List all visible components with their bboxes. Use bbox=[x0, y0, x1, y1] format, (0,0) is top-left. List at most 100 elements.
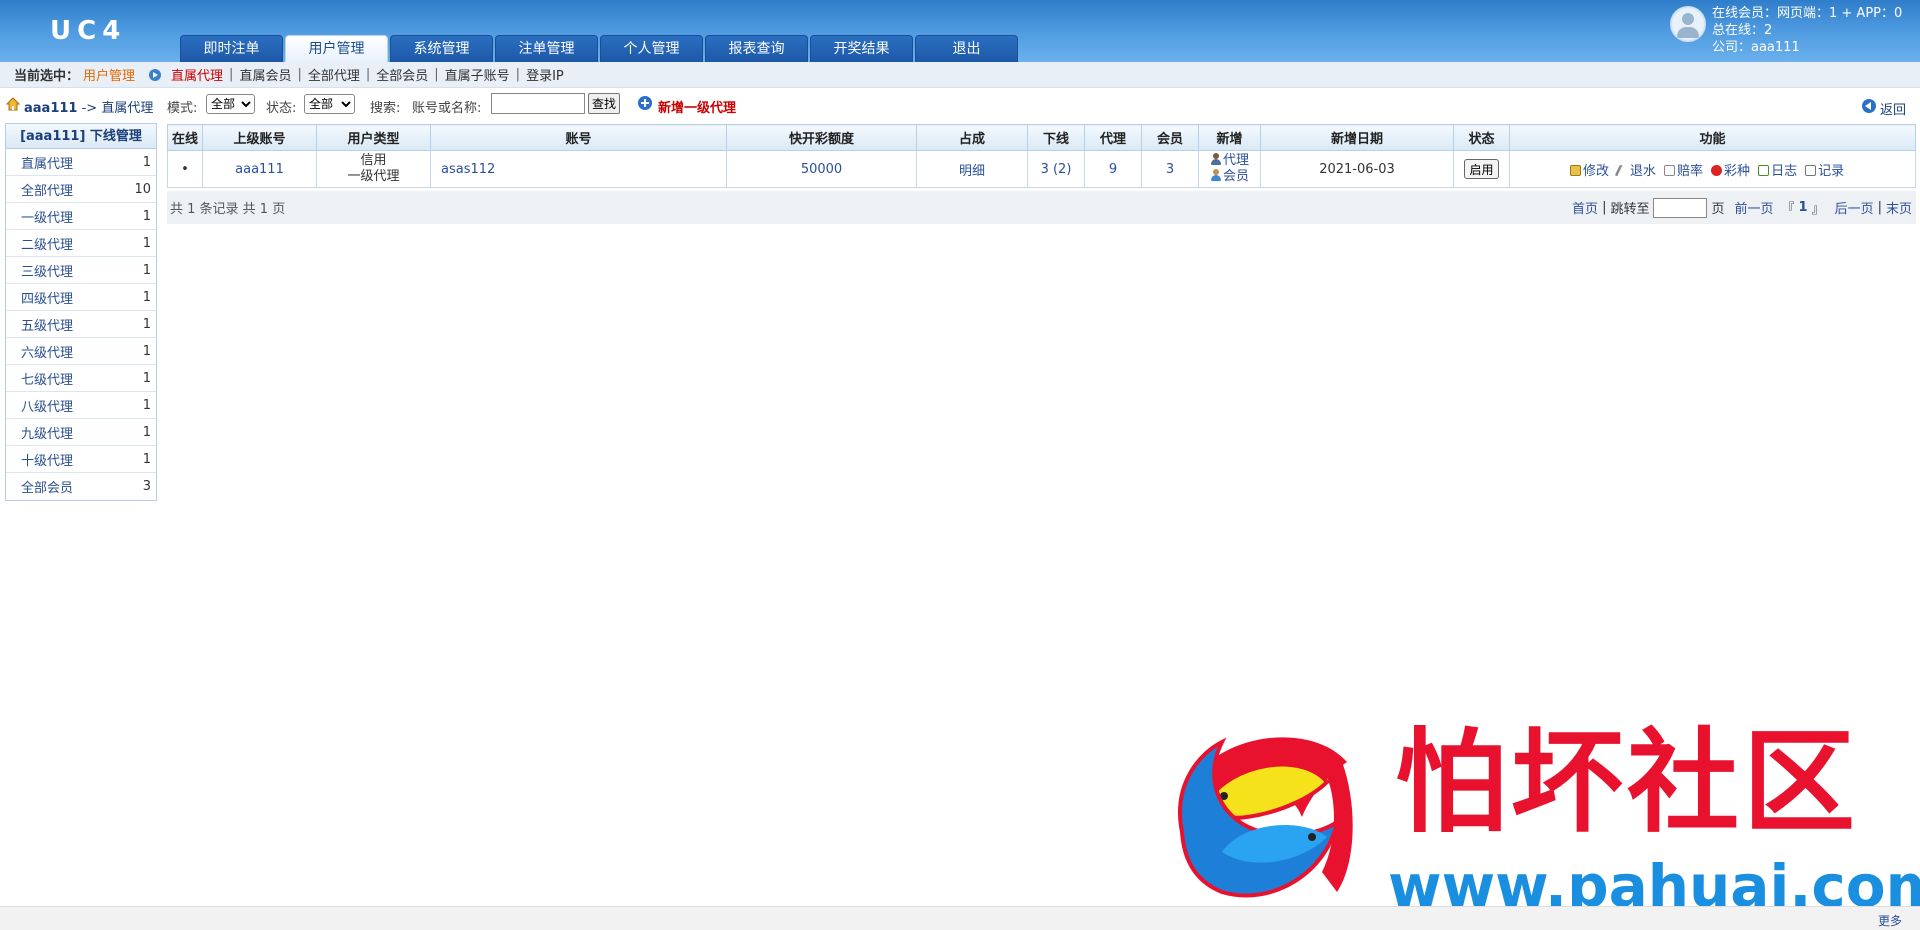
search-label: 搜索: bbox=[370, 101, 401, 116]
separator: | bbox=[229, 67, 234, 82]
arrow-right-icon bbox=[149, 68, 162, 81]
separator: | bbox=[297, 67, 302, 82]
status-label: 状态: bbox=[266, 101, 297, 116]
first-page-link[interactable]: 首页 bbox=[1572, 198, 1598, 217]
quota-link[interactable]: 50000 bbox=[726, 150, 917, 188]
sub-nav-bar: 当前选中： 用户管理 直属代理 | 直属会员 | 全部代理 | 全部会员 | 直… bbox=[0, 62, 1920, 88]
online-lines: 在线会员：网页端：1 + APP：0 总在线：2 公司：aaa111 bbox=[1712, 5, 1902, 56]
tab-user-management[interactable]: 用户管理 bbox=[285, 35, 388, 62]
agents-table: 在线 上级账号 用户类型 账号 快开彩额度 占成 下线 代理 会员 新增 新增日… bbox=[167, 124, 1916, 188]
edit-action[interactable]: 修改 bbox=[1570, 160, 1609, 179]
sidebar-item-label: 十级代理 bbox=[21, 453, 74, 469]
sub-link-sub-accounts[interactable]: 直属子账号 bbox=[445, 65, 510, 84]
prev-page-link[interactable]: 前一页 bbox=[1734, 198, 1773, 217]
col-status: 状态 bbox=[1453, 124, 1510, 151]
col-date: 新增日期 bbox=[1260, 124, 1454, 151]
sidebar-item-all-members[interactable]: 全部会员 3 bbox=[6, 473, 156, 500]
status-select[interactable]: 全部 bbox=[304, 94, 355, 114]
tab-instant-bets[interactable]: 即时注单 bbox=[180, 35, 283, 62]
sidebar-item-count: 3 bbox=[142, 479, 151, 494]
sidebar-item-level3[interactable]: 三级代理 1 bbox=[6, 257, 156, 284]
current-selection-value: 用户管理 bbox=[83, 69, 136, 84]
add-agent-link[interactable]: 新增一级代理 bbox=[658, 97, 736, 116]
back-link[interactable]: 返回 bbox=[1880, 99, 1906, 118]
online-status: 在线会员：网页端：1 + APP：0 总在线：2 公司：aaa111 bbox=[1670, 5, 1920, 57]
member-person-icon bbox=[1210, 169, 1222, 181]
tab-bet-management[interactable]: 注单管理 bbox=[495, 35, 598, 62]
tab-reports[interactable]: 报表查询 bbox=[705, 35, 808, 62]
lottery-label: 彩种 bbox=[1724, 163, 1751, 179]
odds-action[interactable]: 赔率 bbox=[1664, 160, 1703, 179]
sidebar-item-level2[interactable]: 二级代理 1 bbox=[6, 230, 156, 257]
sub-link-login-ip[interactable]: 登录IP bbox=[526, 65, 564, 84]
table-header-row: 在线 上级账号 用户类型 账号 快开彩额度 占成 下线 代理 会员 新增 新增日… bbox=[167, 124, 1916, 151]
parent-account-link[interactable]: aaa111 bbox=[202, 150, 317, 188]
last-page-link[interactable]: 末页 bbox=[1886, 198, 1912, 217]
tab-logout[interactable]: 退出 bbox=[915, 35, 1018, 62]
sidebar-item-label: 一级代理 bbox=[21, 210, 74, 226]
share-detail-link[interactable]: 明细 bbox=[916, 150, 1028, 188]
sub-link-direct-members[interactable]: 直属会员 bbox=[239, 65, 291, 84]
sidebar-item-count: 1 bbox=[142, 154, 151, 170]
agents-count-link[interactable]: 9 bbox=[1084, 150, 1142, 188]
page-unit: 页 bbox=[1711, 202, 1725, 217]
sidebar-item-label: 四级代理 bbox=[21, 291, 74, 307]
odds-label: 赔率 bbox=[1677, 163, 1704, 179]
rebate-action[interactable]: 退水 bbox=[1614, 160, 1656, 179]
sidebar-item-level5[interactable]: 五级代理 1 bbox=[6, 311, 156, 338]
sidebar-item-level6[interactable]: 六级代理 1 bbox=[6, 338, 156, 365]
sidebar-item-level7[interactable]: 七级代理 1 bbox=[6, 365, 156, 392]
tab-system-management[interactable]: 系统管理 bbox=[390, 35, 493, 62]
sidebar-item-all-agents[interactable]: 全部代理 10 bbox=[6, 176, 156, 203]
col-agents: 代理 bbox=[1084, 124, 1142, 151]
tab-personal-management[interactable]: 个人管理 bbox=[600, 35, 703, 62]
search-input[interactable] bbox=[491, 93, 585, 114]
col-new: 新增 bbox=[1198, 124, 1261, 151]
tab-draw-results[interactable]: 开奖结果 bbox=[810, 35, 913, 62]
sidebar-item-level4[interactable]: 四级代理 1 bbox=[6, 284, 156, 311]
sub-link-all-members[interactable]: 全部会员 bbox=[376, 65, 428, 84]
lottery-action[interactable]: 彩种 bbox=[1711, 160, 1750, 179]
account-link[interactable]: asas112 bbox=[430, 150, 727, 188]
new-member-link[interactable]: 会员 bbox=[1210, 169, 1249, 185]
new-agent-link[interactable]: 代理 bbox=[1210, 153, 1249, 169]
more-link[interactable]: 更多 bbox=[1878, 912, 1902, 929]
record-action[interactable]: 记录 bbox=[1805, 160, 1844, 179]
next-page-link[interactable]: 后一页 bbox=[1835, 198, 1874, 217]
log-action[interactable]: 日志 bbox=[1758, 160, 1797, 179]
search-button[interactable]: 查找 bbox=[588, 93, 621, 114]
mode-select[interactable]: 全部 bbox=[206, 94, 255, 114]
sidebar-item-level1[interactable]: 一级代理 1 bbox=[6, 203, 156, 230]
sidebar-item-count: 1 bbox=[142, 262, 151, 278]
page-jump-input[interactable] bbox=[1653, 197, 1708, 218]
enable-button[interactable]: 启用 bbox=[1464, 159, 1499, 179]
members-count-link[interactable]: 3 bbox=[1141, 150, 1199, 188]
pagination: 首页 | 跳转至 页 前一页 『 1 』 后一页 | 末页 bbox=[1572, 197, 1912, 218]
top-header: UC4 即时注单 用户管理 系统管理 注单管理 个人管理 报表查询 开奖结果 退… bbox=[0, 0, 1920, 62]
sidebar-item-level10[interactable]: 十级代理 1 bbox=[6, 446, 156, 473]
total-online-text: 总在线：2 bbox=[1712, 23, 1773, 38]
col-online: 在线 bbox=[167, 124, 203, 151]
col-quota: 快开彩额度 bbox=[726, 124, 917, 151]
sidebar-item-direct-agents[interactable]: 直属代理 1 bbox=[6, 149, 156, 176]
sub-link-all-agents[interactable]: 全部代理 bbox=[308, 65, 360, 84]
col-user-type: 用户类型 bbox=[316, 124, 431, 151]
sidebar-item-count: 10 bbox=[134, 181, 151, 197]
sub-link-direct-agents[interactable]: 直属代理 bbox=[171, 65, 223, 84]
sidebar-item-level9[interactable]: 九级代理 1 bbox=[6, 419, 156, 446]
bracket-right: 』 bbox=[1811, 202, 1825, 217]
col-account: 账号 bbox=[430, 124, 727, 151]
sidebar-item-level8[interactable]: 八级代理 1 bbox=[6, 392, 156, 419]
sidebar-item-count: 1 bbox=[142, 208, 151, 224]
col-functions: 功能 bbox=[1509, 124, 1916, 151]
jump-label: 跳转至 bbox=[1610, 202, 1650, 217]
sidebar-item-label: 六级代理 bbox=[21, 345, 74, 361]
downline-sidebar: [aaa111] 下线管理 直属代理 1 全部代理 10 一级代理 1 二级代理 1 三… bbox=[5, 123, 157, 501]
record-summary: 共 1 条记录 共 1 页 bbox=[170, 202, 286, 217]
filter-toolbar: aaa111 -> 直属代理 模式: 全部 状态: 全部 搜索: 账号或名称: … bbox=[0, 90, 1920, 120]
company-text: 公司：aaa111 bbox=[1712, 40, 1800, 55]
downline-link[interactable]: 3 (2) bbox=[1027, 150, 1085, 188]
record-label: 记录 bbox=[1818, 163, 1845, 179]
breadcrumb-path: -> 直属代理 bbox=[77, 101, 154, 116]
table-row: • aaa111 信用 一级代理 asas112 50000 明细 3 (2) … bbox=[167, 150, 1916, 188]
